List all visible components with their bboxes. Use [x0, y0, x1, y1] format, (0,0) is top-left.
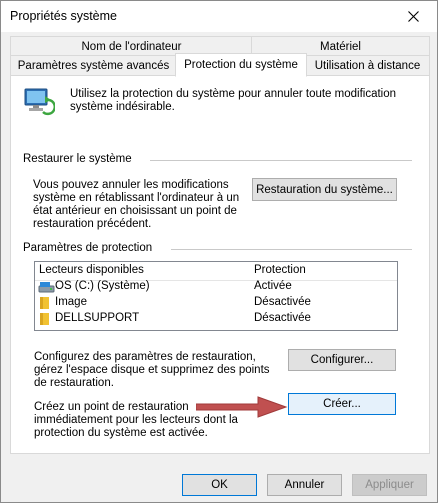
intro-text: Utilisez la protection du système pour a…	[70, 88, 397, 113]
protection-section-title: Paramètres de protection	[23, 242, 153, 254]
tab-remote[interactable]: Utilisation à distance	[305, 55, 430, 76]
drive-status: Désactivée	[254, 312, 311, 324]
drive-name: Image	[55, 296, 87, 308]
system-restore-button[interactable]: Restauration du système...	[252, 178, 397, 201]
section-divider	[171, 249, 412, 250]
title-bar: Propriétés système	[1, 1, 437, 32]
drive-status: Activée	[254, 280, 292, 292]
drive-row[interactable]: DELLSUPPORT Désactivée	[35, 311, 397, 327]
ok-button[interactable]: OK	[182, 474, 257, 496]
drive-status: Désactivée	[254, 296, 311, 308]
tab-label: Paramètres système avancés	[17, 60, 170, 72]
folder-icon	[40, 313, 49, 325]
tab-label: Utilisation à distance	[314, 60, 421, 72]
create-button[interactable]: Créer...	[288, 393, 396, 415]
close-button[interactable]	[391, 1, 437, 32]
column-header-drives[interactable]: Lecteurs disponibles	[39, 264, 144, 276]
cancel-button[interactable]: Annuler	[267, 474, 342, 496]
system-drive-icon	[38, 282, 55, 293]
tab-system-protection[interactable]: Protection du système	[175, 53, 307, 77]
window-title: Propriétés système	[10, 9, 117, 23]
system-protection-icon	[24, 88, 55, 116]
drive-name: DELLSUPPORT	[55, 312, 140, 324]
restore-description: Vous pouvez annuler les modifications sy…	[33, 179, 240, 230]
configure-description: Configurez des paramètres de restauratio…	[34, 351, 270, 389]
tab-advanced[interactable]: Paramètres système avancés	[10, 55, 177, 76]
folder-icon	[40, 297, 49, 309]
drive-row[interactable]: OS (C:) (Système) Activée	[35, 279, 397, 295]
restore-section-title: Restaurer le système	[23, 153, 132, 165]
apply-button[interactable]: Appliquer	[352, 474, 427, 496]
drive-row[interactable]: Image Désactivée	[35, 295, 397, 311]
section-divider	[150, 160, 412, 161]
close-icon	[408, 11, 419, 22]
drive-name: OS (C:) (Système)	[55, 280, 150, 292]
column-header-protection[interactable]: Protection	[254, 264, 306, 276]
drives-list[interactable]: Lecteurs disponibles Protection OS (C:) …	[34, 261, 398, 331]
annotation-arrow-icon	[196, 396, 288, 418]
tab-label: Matériel	[320, 41, 361, 53]
tab-label: Protection du système	[184, 59, 298, 71]
system-properties-window: Propriétés système Nom de l'ordinateur M…	[0, 0, 438, 503]
configure-button[interactable]: Configurer...	[288, 349, 396, 371]
tab-label: Nom de l'ordinateur	[81, 41, 182, 53]
